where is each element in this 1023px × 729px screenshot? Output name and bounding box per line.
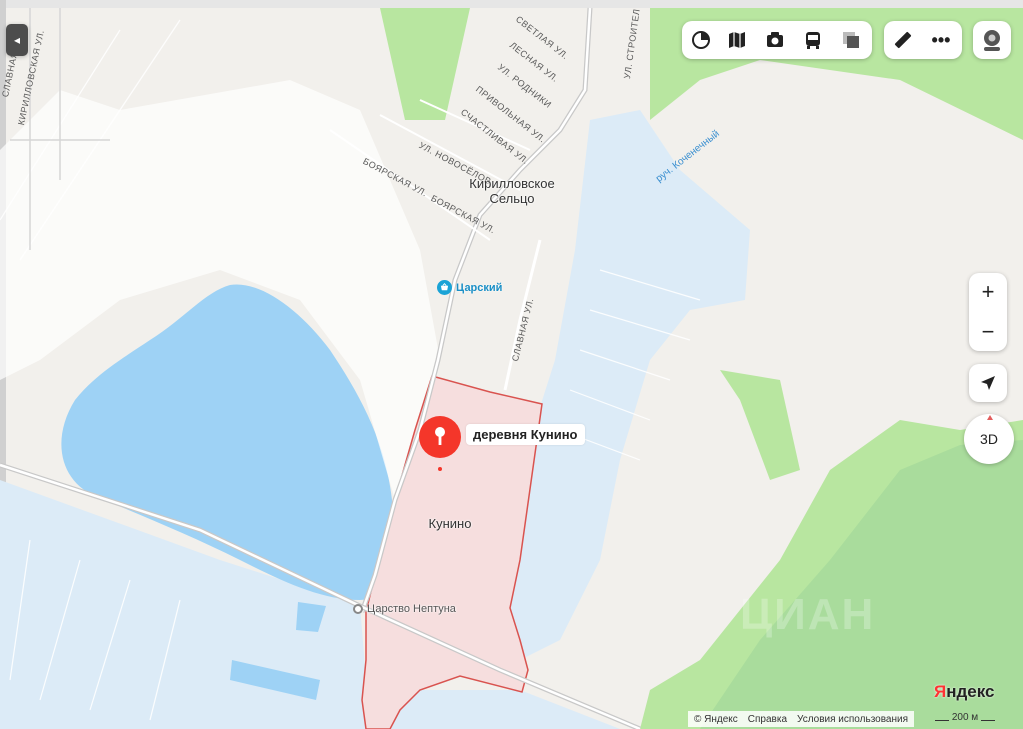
bus-stop-label: Царство Нептуна	[367, 603, 456, 615]
bus-stop-poi[interactable]: Царство Нептуна	[353, 603, 456, 615]
yandex-logo-mark: Я	[934, 682, 947, 701]
panorama-icon[interactable]	[760, 25, 790, 55]
ruler-icon[interactable]	[888, 25, 918, 55]
compass-north-icon	[987, 415, 993, 420]
collapse-panel-button[interactable]: ◂	[6, 24, 28, 56]
shop-label: Царский	[456, 281, 503, 294]
3d-label: 3D	[980, 431, 998, 447]
scale-bar: 200 м	[935, 712, 995, 723]
village-label-line1: Кирилловское	[469, 176, 555, 191]
layers-toolbar	[682, 21, 872, 59]
map-view[interactable]: Светлая ул. Лесная ул. ул. Родники Приво…	[0, 0, 1023, 729]
village-label-main[interactable]: Кунино	[420, 516, 480, 531]
copyright-bar: © Яндекс Справка Условия использования	[688, 711, 915, 727]
terms-link[interactable]: Условия использования	[797, 714, 908, 725]
watermark: ЦИАН	[740, 590, 876, 639]
zoom-control: + −	[969, 273, 1007, 351]
zoom-in-button[interactable]: +	[969, 273, 1007, 311]
village-label-top[interactable]: Кирилловское Сельцо	[462, 176, 562, 206]
location-pin[interactable]	[418, 415, 462, 473]
profile-button[interactable]	[973, 21, 1011, 59]
village-label-line2: Сельцо	[489, 191, 535, 206]
copyright-text[interactable]: © Яндекс	[694, 714, 738, 725]
yandex-logo: Яндекс	[934, 682, 994, 702]
bus-stop-icon	[353, 604, 363, 614]
transit-icon[interactable]	[798, 25, 828, 55]
shop-icon	[437, 280, 452, 295]
zoom-out-button[interactable]: −	[969, 313, 1007, 351]
location-arrow-icon	[981, 376, 995, 390]
more-icon[interactable]: •••	[926, 25, 956, 55]
geolocation-button[interactable]	[969, 364, 1007, 402]
help-link[interactable]: Справка	[748, 714, 787, 725]
pin-label: деревня Кунино	[466, 424, 585, 445]
scale-label: 200 м	[951, 712, 979, 723]
map-type-icon[interactable]	[722, 25, 752, 55]
yandex-logo-rest: ндекс	[946, 682, 995, 701]
camera-icon	[984, 30, 1000, 51]
3d-button[interactable]: 3D	[964, 414, 1014, 464]
traffic-icon[interactable]	[836, 25, 866, 55]
shop-poi[interactable]: Царский	[437, 280, 502, 295]
layers-icon[interactable]	[686, 25, 716, 55]
tools-toolbar: •••	[884, 21, 962, 59]
